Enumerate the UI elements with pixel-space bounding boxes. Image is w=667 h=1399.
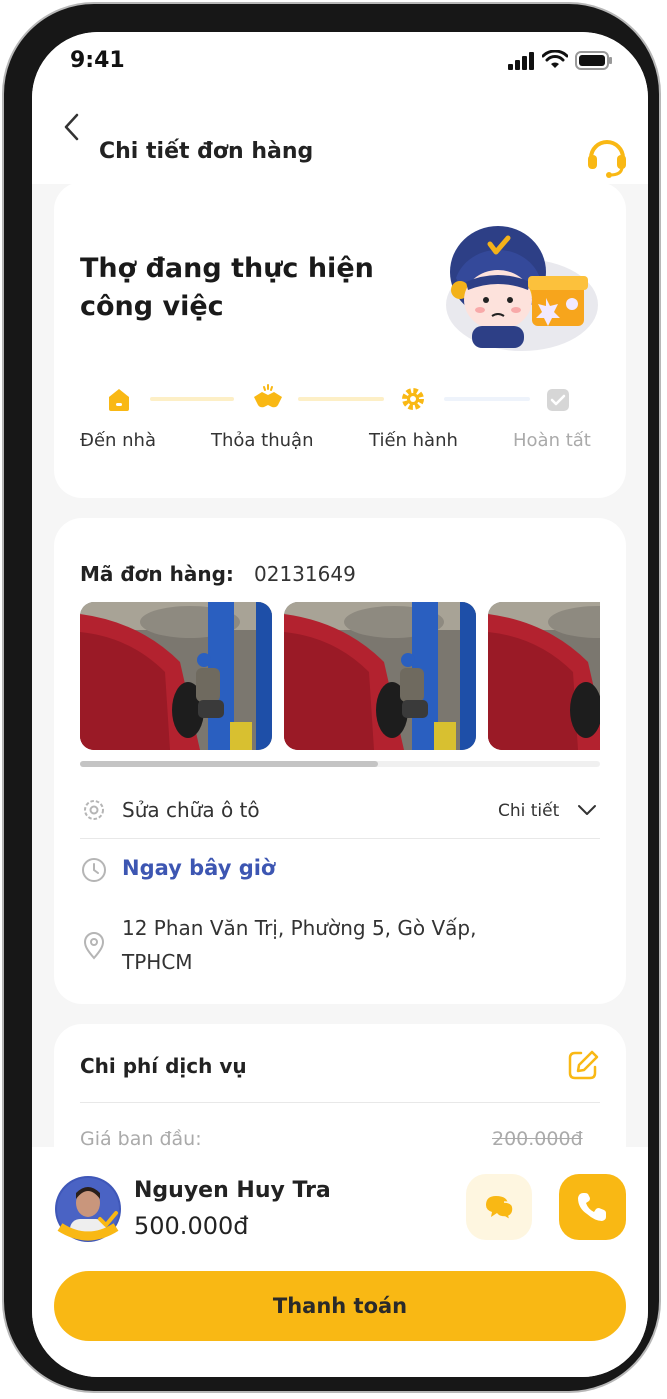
address-line1: 12 Phan Văn Trị, Phường 5, Gò Vấp, <box>122 916 477 940</box>
service-time: Ngay bây giờ <box>122 856 276 880</box>
step-label-completed: Hoàn tất <box>513 430 591 451</box>
gear-step-icon <box>402 388 424 410</box>
detail-link[interactable]: Chi tiết <box>498 801 559 821</box>
location-pin-icon <box>83 932 105 960</box>
service-name: Sửa chữa ô tô <box>122 798 260 822</box>
payment-button[interactable]: Thanh toán <box>54 1271 626 1341</box>
app-header: Chi tiết đơn hàng <box>32 92 648 184</box>
clock-icon <box>82 858 106 882</box>
worker-mascot-illustration <box>446 226 598 351</box>
edit-icon[interactable] <box>566 1048 600 1082</box>
divider <box>80 1102 600 1103</box>
check-step-icon <box>547 389 569 411</box>
step-connector-3 <box>444 397 530 401</box>
divider <box>80 838 600 839</box>
wifi-icon <box>542 50 568 68</box>
status-card: Thợ đang thực hiện công việc Đến nhà Thỏ… <box>54 182 626 498</box>
chevron-down-icon[interactable] <box>576 802 598 818</box>
gear-outline-icon <box>84 800 104 820</box>
handshake-step-icon <box>254 384 282 408</box>
step-label-agreement: Thỏa thuận <box>211 430 314 451</box>
job-photo-3[interactable] <box>488 602 600 750</box>
status-bar: 9:41 <box>32 32 648 92</box>
step-label-arrival: Đến nhà <box>80 430 156 451</box>
status-time: 9:41 <box>70 48 125 73</box>
battery-icon <box>575 51 612 70</box>
order-id-value: 02131649 <box>254 562 356 586</box>
worker-avatar[interactable] <box>54 1175 122 1243</box>
step-connector-2 <box>298 397 384 401</box>
worker-price: 500.000đ <box>134 1212 249 1240</box>
page-title: Chi tiết đơn hàng <box>99 139 314 164</box>
address-line2: TPHCM <box>122 950 193 974</box>
carousel-scroll-track[interactable] <box>80 761 600 767</box>
cost-title: Chi phí dịch vụ <box>80 1054 247 1078</box>
step-connector-1 <box>150 397 234 401</box>
call-button[interactable] <box>559 1174 626 1240</box>
support-headset-icon[interactable] <box>585 134 629 178</box>
worker-name: Nguyen Huy Tra <box>134 1178 331 1203</box>
phone-icon <box>578 1193 606 1221</box>
chat-button[interactable] <box>466 1174 532 1240</box>
status-heading-line2: công việc <box>80 291 224 322</box>
home-step-icon <box>109 389 129 411</box>
signal-icon <box>508 52 534 70</box>
carousel-scroll-thumb[interactable] <box>80 761 378 767</box>
phone-frame: 9:41 Chi tiết đơn hàng Thợ đang thực hiệ… <box>2 2 661 1393</box>
step-label-in-progress: Tiến hành <box>369 430 458 451</box>
photo-carousel[interactable] <box>80 602 600 752</box>
job-photo-1[interactable] <box>80 602 272 750</box>
screen: 9:41 Chi tiết đơn hàng Thợ đang thực hiệ… <box>32 32 648 1377</box>
status-heading-line1: Thợ đang thực hiện <box>80 253 374 284</box>
bottom-action-sheet <box>32 1147 648 1377</box>
chat-bubbles-icon <box>486 1196 514 1222</box>
order-id-label: Mã đơn hàng: <box>80 562 234 586</box>
back-arrow-icon[interactable] <box>62 112 82 142</box>
job-photo-2[interactable] <box>284 602 476 750</box>
